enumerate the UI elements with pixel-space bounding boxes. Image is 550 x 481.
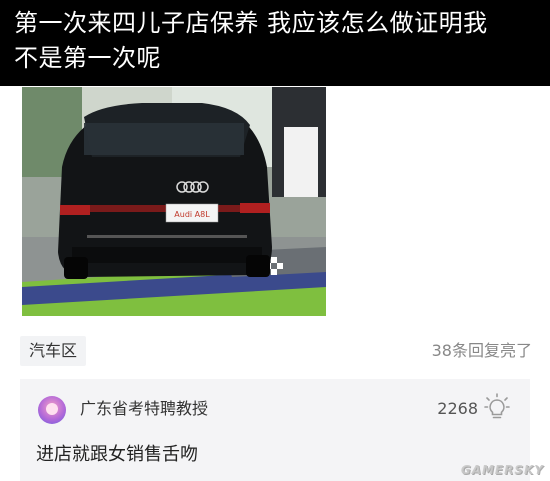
lightbulb-icon[interactable] [484,393,510,421]
reply-count[interactable]: 38条回复亮了 [432,336,532,366]
like-count: 2268 [437,399,478,418]
category-tag[interactable]: 汽车区 [20,336,87,366]
car-photo-illustration: Audi A8L [22,87,326,316]
car-badge: Audi A8L [174,210,210,219]
avatar[interactable] [38,396,66,424]
comment-text: 进店就跟女销售舌吻 [36,444,198,465]
post-title: 第一次来四儿子店保养 我应该怎么做证明我 不是第一次呢 [14,9,488,72]
post-meta-row: 汽车区 38条回复亮了 [20,336,532,366]
comment-username[interactable]: 广东省考特聘教授 [80,397,208,421]
post-title-bar: 第一次来四儿子店保养 我应该怎么做证明我 不是第一次呢 [0,0,550,86]
gamersky-watermark: GAMERSKY [460,463,544,477]
car-photo[interactable]: Audi A8L [22,87,326,316]
top-comment[interactable]: 广东省考特聘教授 2268 进店就跟女销售舌吻 [20,379,530,481]
